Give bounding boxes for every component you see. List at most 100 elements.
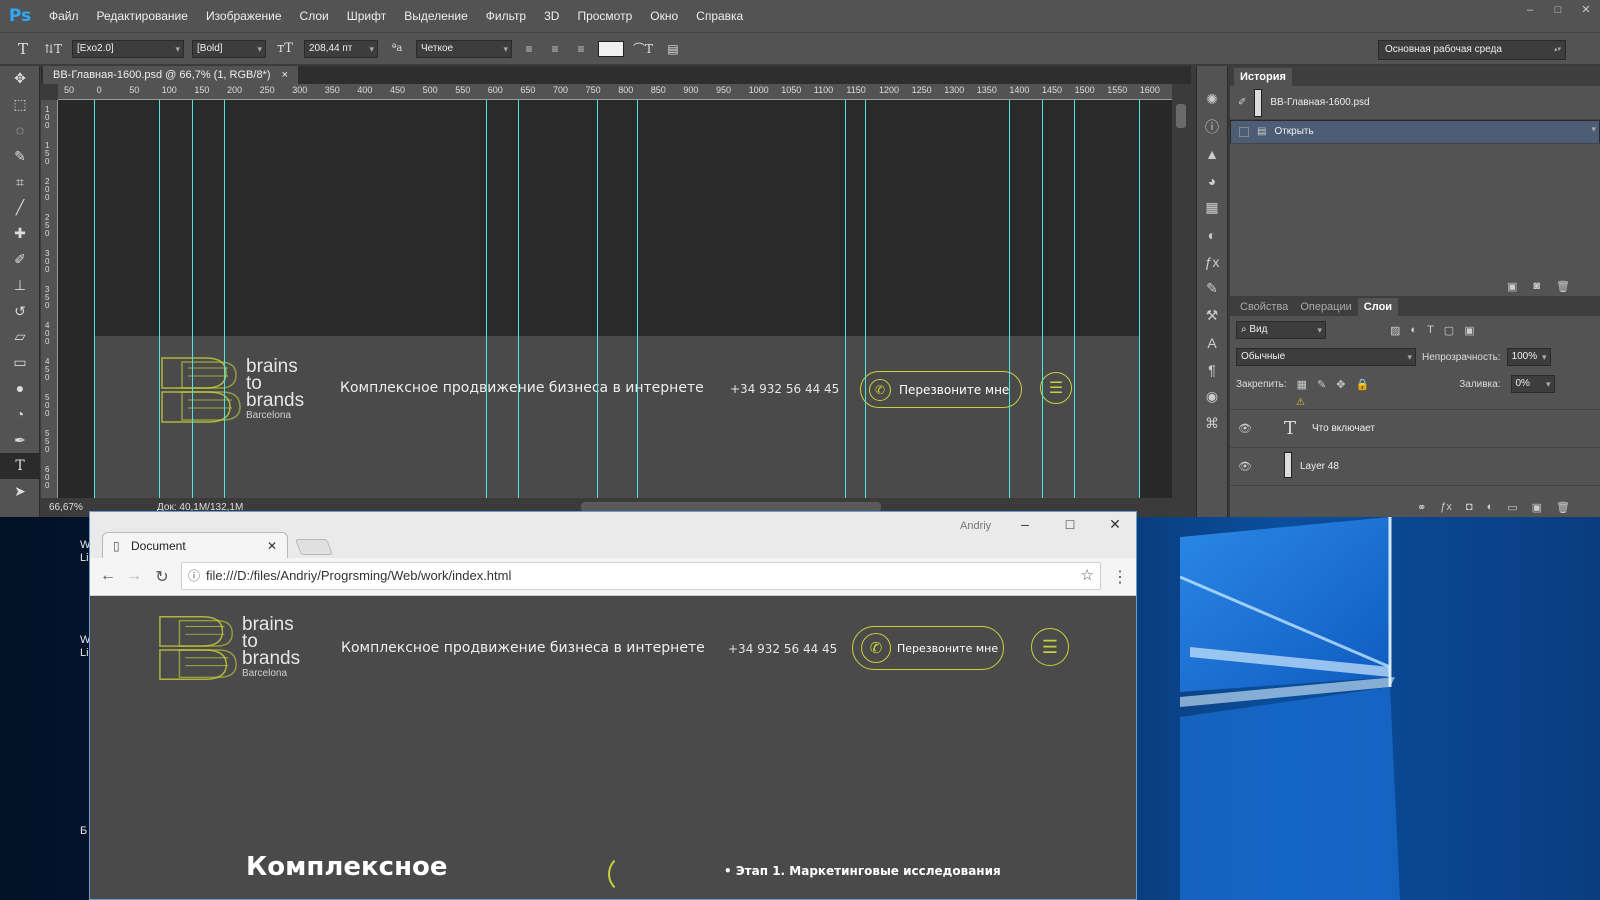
eye-icon[interactable]: 👁	[1230, 460, 1260, 473]
canvas-vertical-scrollbar[interactable]	[1172, 84, 1190, 498]
trash-icon[interactable]: 🗑	[1556, 501, 1570, 514]
menu-file[interactable]: Файл	[40, 0, 88, 32]
eyedropper-tool-icon[interactable]: ╱	[0, 195, 40, 221]
camera-icon[interactable]: ◙	[1533, 280, 1540, 292]
new-layer-icon[interactable]: ▣	[1532, 501, 1542, 514]
guide-line[interactable]	[865, 100, 866, 498]
guide-line[interactable]	[1139, 100, 1140, 498]
pen-tool-icon[interactable]: ✒	[0, 427, 40, 453]
address-bar[interactable]: ⓘ file:///D:/files/Andriy/Progrsming/Web…	[181, 562, 1101, 590]
menu-layers[interactable]: Слои	[291, 0, 338, 32]
menu-view[interactable]: Просмотр	[568, 0, 641, 32]
zoom-level[interactable]: 66,67%	[49, 498, 83, 517]
3d-icon[interactable]: ◉	[1197, 383, 1227, 410]
close-icon[interactable]: ✕	[267, 533, 277, 559]
lock-all-icon[interactable]: 🔒	[1356, 378, 1370, 391]
guide-line[interactable]	[1042, 100, 1043, 498]
font-family-select[interactable]: [Exo2.0]	[72, 39, 184, 58]
hamburger-menu-icon[interactable]: ☰	[1031, 628, 1069, 666]
new-tab-button[interactable]	[295, 539, 333, 555]
canvas-area[interactable]: brains to brands Barcelona Комплексное п…	[58, 100, 1172, 498]
info-icon[interactable]: ⓘ	[188, 563, 200, 589]
histogram-icon[interactable]: ▲	[1197, 140, 1227, 167]
fill-input[interactable]: 0%	[1510, 375, 1555, 393]
lasso-tool-icon[interactable]: ◌	[0, 118, 40, 144]
guide-line[interactable]	[1009, 100, 1010, 498]
history-brush-tool-icon[interactable]: ↺	[0, 298, 40, 324]
history-snapshot[interactable]: ✐ BB-Главная-1600.psd	[1230, 86, 1600, 120]
opacity-input[interactable]: 100%	[1506, 348, 1551, 366]
toggle-orientation-icon[interactable]: ⇅T	[42, 38, 64, 60]
filter-pixel-icon[interactable]: ▨	[1390, 324, 1400, 337]
styles-icon[interactable]: ƒx	[1197, 248, 1227, 275]
quick-select-tool-icon[interactable]: ✎	[0, 143, 40, 169]
guide-line[interactable]	[637, 100, 638, 498]
trash-icon[interactable]: 🗑	[1556, 280, 1570, 293]
align-left-icon[interactable]: ≡	[520, 40, 538, 58]
guide-line[interactable]	[1074, 100, 1075, 498]
crop-tool-icon[interactable]: ⌗	[0, 169, 40, 195]
bb-logo-icon[interactable]	[156, 612, 242, 684]
guide-line[interactable]	[224, 100, 225, 498]
menu-edit[interactable]: Редактирование	[88, 0, 197, 32]
info-icon[interactable]: ⓘ	[1197, 113, 1227, 140]
history-item[interactable]: ▤ Открыть	[1230, 120, 1600, 144]
history-checkbox[interactable]	[1239, 127, 1249, 137]
eye-icon[interactable]: 👁	[1230, 422, 1260, 435]
swatches-icon[interactable]: ▦	[1197, 194, 1227, 221]
lock-transparency-icon[interactable]: ▦	[1297, 378, 1307, 391]
tab-actions[interactable]: Операции	[1294, 298, 1357, 316]
warp-text-icon[interactable]: ⌒T	[632, 38, 654, 60]
new-document-icon[interactable]: ▣	[1507, 280, 1517, 293]
close-button[interactable]: ✕	[1100, 516, 1130, 533]
font-size-select[interactable]: 208,44 пт	[304, 39, 378, 58]
lock-position-icon[interactable]: ✥	[1336, 378, 1345, 391]
adjustments-icon[interactable]: ◐	[1197, 221, 1227, 248]
maximize-button[interactable]: □	[1544, 0, 1572, 20]
brush-presets-icon[interactable]: ✎	[1197, 275, 1227, 302]
character-icon[interactable]: A	[1197, 329, 1227, 356]
menu-type[interactable]: Шрифт	[338, 0, 395, 32]
mask-icon[interactable]: ◘	[1466, 501, 1473, 513]
site-phone[interactable]: +34 932 56 44 45	[728, 642, 837, 656]
tool-presets-icon[interactable]: ⚒	[1197, 302, 1227, 329]
star-icon[interactable]: ☆	[1081, 563, 1094, 589]
menu-select[interactable]: Выделение	[395, 0, 477, 32]
filter-smart-icon[interactable]: ▣	[1464, 324, 1474, 337]
text-color-swatch[interactable]	[598, 40, 624, 57]
forward-icon[interactable]: →	[124, 567, 144, 585]
eraser-tool-icon[interactable]: ▱	[0, 324, 40, 350]
maximize-button[interactable]: □	[1055, 516, 1085, 532]
lock-paint-icon[interactable]: ✎	[1317, 378, 1326, 391]
antialias-select[interactable]: Четкое	[416, 39, 512, 58]
filter-shape-icon[interactable]: ▢	[1444, 324, 1454, 337]
guide-line[interactable]	[486, 100, 487, 498]
close-icon[interactable]: ×	[282, 69, 288, 81]
path-select-tool-icon[interactable]: ➤	[0, 479, 40, 505]
reload-icon[interactable]: ↻	[152, 567, 172, 587]
healing-tool-icon[interactable]: ✚	[0, 221, 40, 247]
fx-icon[interactable]: ƒx	[1440, 501, 1452, 513]
close-button[interactable]: ✕	[1572, 0, 1600, 20]
folder-icon[interactable]: ▭	[1507, 501, 1517, 514]
gradient-tool-icon[interactable]: ▭	[0, 350, 40, 376]
minimize-button[interactable]: –	[1516, 0, 1544, 20]
menu-dots-icon[interactable]: ⋮	[1110, 567, 1130, 587]
brand-wordmark[interactable]: brains to brands Barcelona	[242, 615, 334, 681]
brush-source-icon[interactable]: ✐	[1238, 97, 1246, 108]
layer-row[interactable]: 👁 Layer 48	[1230, 448, 1600, 486]
call-me-button[interactable]: ✆ Перезвоните мне	[852, 626, 1004, 670]
type-tool-icon[interactable]: T	[0, 452, 40, 479]
character-panel-icon[interactable]: ▤	[662, 38, 684, 60]
dodge-tool-icon[interactable]: ◔	[0, 401, 40, 427]
tab-properties[interactable]: Свойства	[1234, 298, 1294, 316]
guide-line[interactable]	[192, 100, 193, 498]
paragraph-icon[interactable]: ¶	[1197, 356, 1227, 383]
desktop-icon-label[interactable]: Б	[80, 825, 87, 838]
move-tool-icon[interactable]: ✥	[0, 66, 40, 92]
guide-line[interactable]	[597, 100, 598, 498]
layer-row[interactable]: 👁 T Что включает	[1230, 410, 1600, 448]
adjustment-layer-icon[interactable]: ◐	[1487, 501, 1494, 513]
stamp-tool-icon[interactable]: ⊥	[0, 272, 40, 298]
type-tool-icon[interactable]: T	[12, 38, 34, 60]
